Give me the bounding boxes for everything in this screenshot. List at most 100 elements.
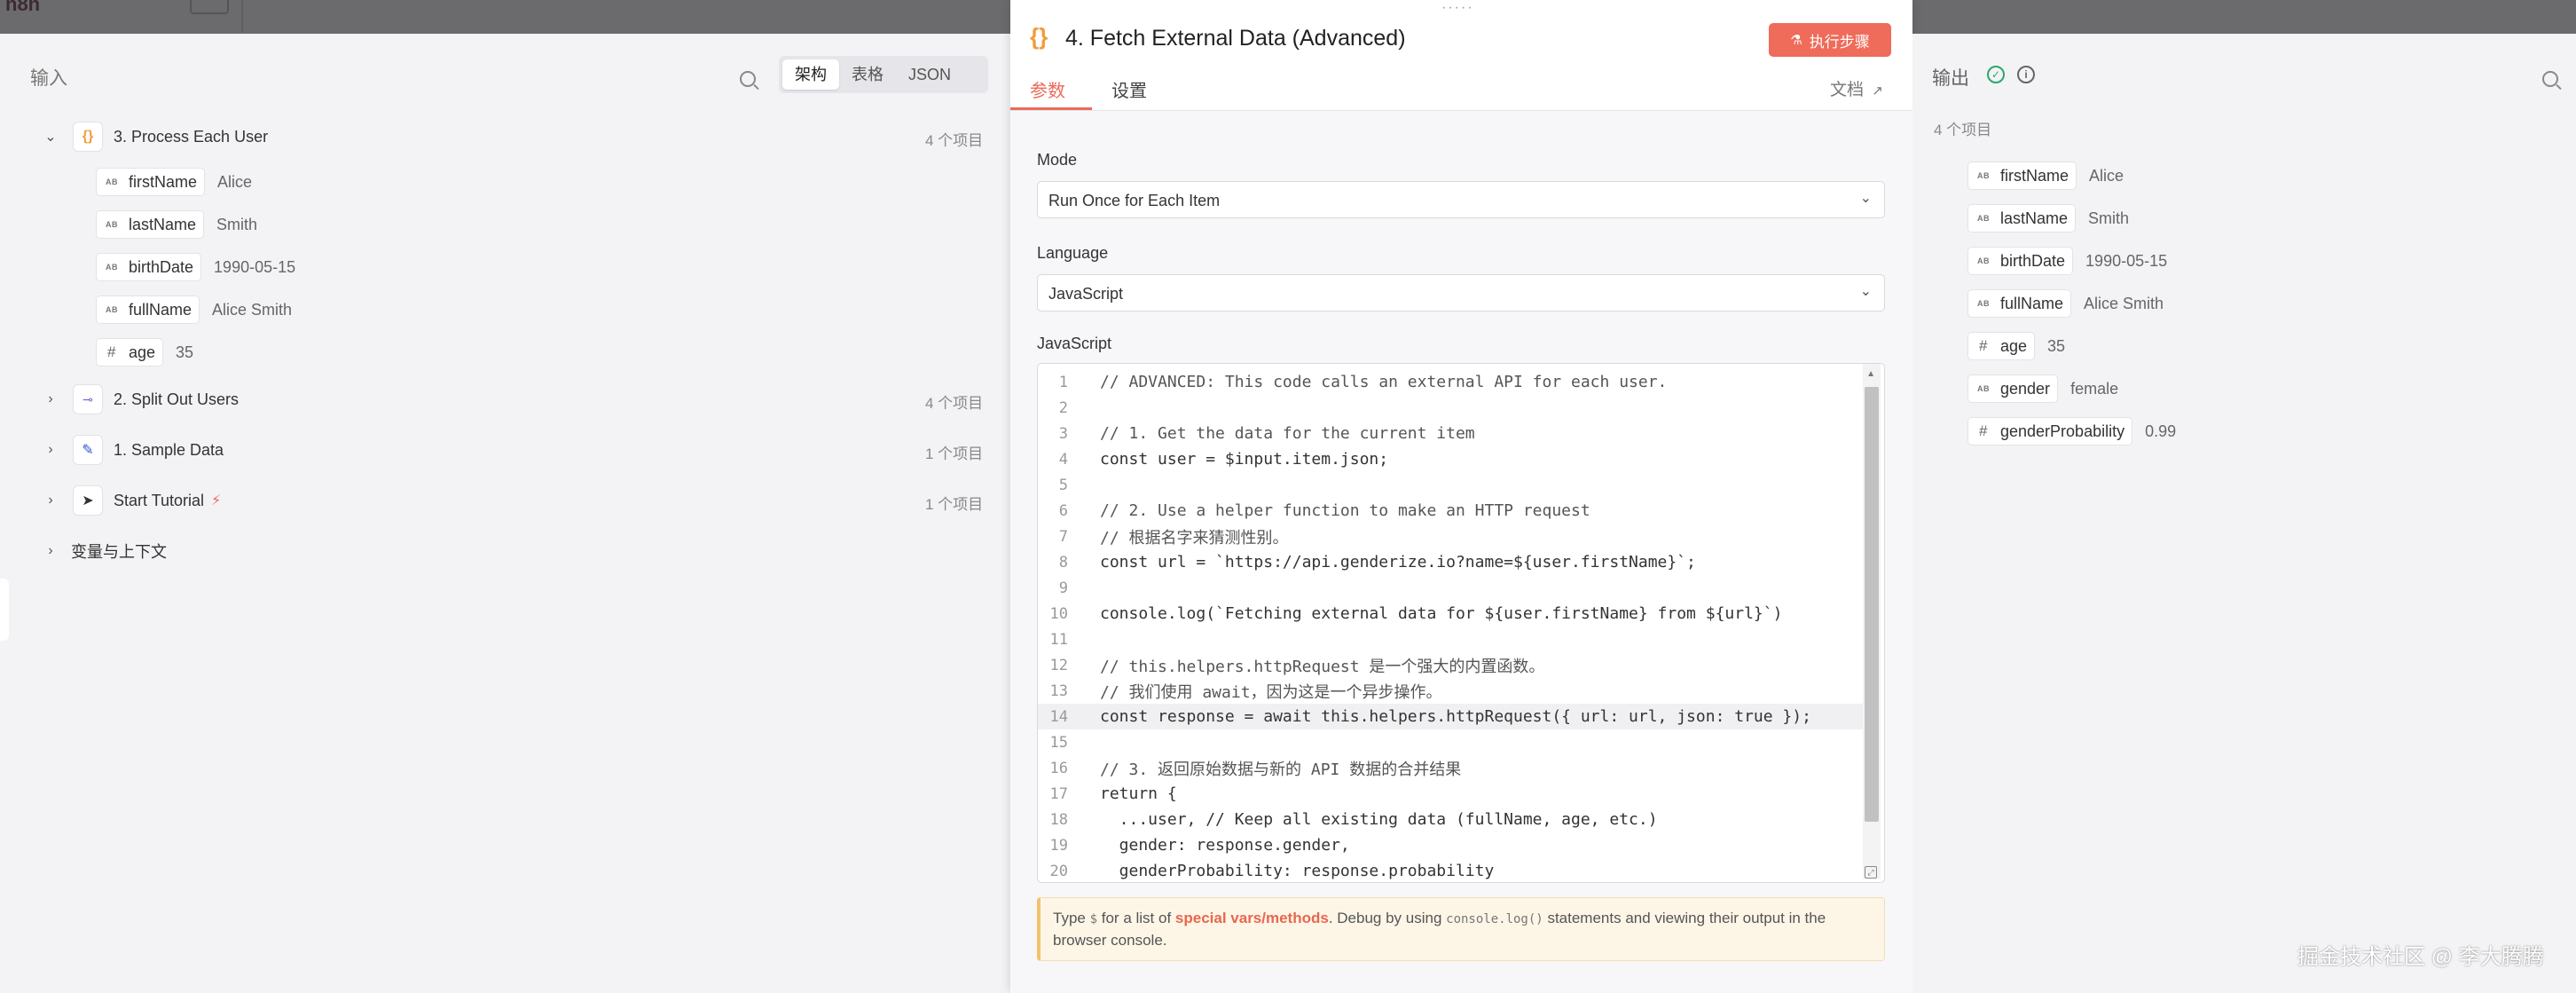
view-mode-schema[interactable]: 架构 <box>782 59 839 90</box>
output-field[interactable]: # age 35 <box>1967 331 2065 361</box>
mode-select[interactable]: Run Once for Each Item ⌄ <box>1037 181 1885 218</box>
code-line[interactable]: 1 // ADVANCED: This code calls an externa… <box>1038 369 1863 395</box>
output-panel-title: 输出 <box>1932 68 1969 89</box>
output-field[interactable]: AB birthDate 1990-05-15 <box>1967 246 2167 276</box>
tab-parameters[interactable]: 参数 <box>1030 76 1065 102</box>
field-value: 35 <box>176 343 194 361</box>
field-value: Alice <box>217 172 253 191</box>
code-line[interactable]: 17 return { <box>1038 781 1863 807</box>
output-field[interactable]: AB lastName Smith <box>1967 203 2129 233</box>
search-icon[interactable] <box>740 71 756 87</box>
schema-field[interactable]: # age 35 <box>96 337 193 367</box>
tree-node-start-tutorial[interactable]: › ➤ Start Tutorial ⚡ <box>43 483 221 518</box>
drag-handle-icon[interactable]: ····· <box>1441 0 1474 16</box>
chevron-right-icon[interactable]: › <box>43 391 59 407</box>
field-value: 1990-05-15 <box>2085 251 2168 270</box>
docs-link[interactable]: 文档 ↗ <box>1830 76 1883 100</box>
schema-field[interactable]: AB birthDate 1990-05-15 <box>96 252 295 282</box>
string-type-icon: AB <box>1977 214 1990 223</box>
info-icon[interactable]: i <box>2017 66 2035 83</box>
code-text: // 1. Get the data for the current item <box>1100 424 1475 443</box>
code-line[interactable]: 20 genderProbability: response.probabili… <box>1038 858 1863 882</box>
field-name: firstName <box>2000 166 2069 185</box>
tree-node-label: 2. Split Out Users <box>114 390 240 408</box>
code-text: // 2. Use a helper function to make an H… <box>1100 501 1590 520</box>
chevron-right-icon[interactable]: › <box>43 493 59 508</box>
output-item-count: 4 个项目 <box>1934 122 1992 138</box>
code-editor[interactable]: 1 // ADVANCED: This code calls an externa… <box>1037 363 1885 883</box>
special-vars-link[interactable]: special vars/methods <box>1175 910 1329 926</box>
field-value: Alice Smith <box>2084 294 2164 312</box>
node-title[interactable]: 4. Fetch External Data (Advanced) <box>1065 26 1406 51</box>
expand-editor-icon[interactable]: ⤢ <box>1865 866 1877 879</box>
view-mode-json[interactable]: JSON <box>896 59 963 90</box>
code-line[interactable]: 9 <box>1038 575 1863 601</box>
tree-node-variables-context[interactable]: › 变量与上下文 <box>43 533 167 569</box>
line-number: 2 <box>1058 398 1068 417</box>
panel-resize-handle[interactable] <box>0 579 9 641</box>
docs-label: 文档 <box>1830 81 1865 99</box>
code-text: // this.helpers.httpRequest 是一个强大的内置函数。 <box>1100 657 1545 676</box>
code-line[interactable]: 13 // 我们使用 await，因为这是一个异步操作。 <box>1038 678 1863 704</box>
code-text: const response = await this.helpers.http… <box>1100 707 1811 726</box>
code-line[interactable]: 16 // 3. 返回原始数据与新的 API 数据的合并结果 <box>1038 755 1863 781</box>
field-name: gender <box>2000 379 2051 398</box>
schema-field[interactable]: AB lastName Smith <box>96 209 257 240</box>
schema-field[interactable]: AB fullName Alice Smith <box>96 295 292 325</box>
tree-node-process-each-user[interactable]: ⌄ {} 3. Process Each User <box>43 119 268 154</box>
chevron-right-icon[interactable]: › <box>43 543 59 559</box>
app-logo: n8n <box>5 0 41 15</box>
code-line[interactable]: 12 // this.helpers.httpRequest 是一个强大的内置函数… <box>1038 652 1863 678</box>
code-line[interactable]: 7 // 根据名字来猜测性别。 <box>1038 524 1863 549</box>
chevron-down-icon[interactable]: ⌄ <box>43 128 59 146</box>
background-button <box>190 0 229 14</box>
output-field[interactable]: AB fullName Alice Smith <box>1967 288 2164 319</box>
string-type-icon: AB <box>1977 171 1990 180</box>
output-field[interactable]: AB firstName Alice <box>1967 161 2124 191</box>
code-line[interactable]: 2 <box>1038 395 1863 421</box>
string-type-icon: AB <box>106 305 118 314</box>
code-line[interactable]: 4 const user = $input.item.json; <box>1038 446 1863 472</box>
string-type-icon: AB <box>1977 256 1990 265</box>
code-text: // 根据名字来猜测性别。 <box>1100 528 1289 548</box>
field-value: 1990-05-15 <box>214 257 296 276</box>
code-line[interactable]: 14 const response = await this.helpers.ht… <box>1038 704 1863 729</box>
language-select[interactable]: JavaScript ⌄ <box>1037 274 1885 311</box>
schema-field[interactable]: AB firstName Alice <box>96 167 252 197</box>
editor-scrollbar-thumb[interactable] <box>1865 387 1879 822</box>
code-line[interactable]: 5 <box>1038 472 1863 498</box>
chevron-down-icon: ⌄ <box>1859 191 1872 206</box>
tree-node-sample-data[interactable]: › ✎ 1. Sample Data <box>43 432 224 468</box>
tree-node-split-out-users[interactable]: › ⊸ 2. Split Out Users <box>43 382 239 417</box>
code-line[interactable]: 15 <box>1038 729 1863 755</box>
tree-node-label: 变量与上下文 <box>71 543 167 561</box>
chevron-right-icon[interactable]: › <box>43 442 59 458</box>
line-number: 16 <box>1049 759 1068 777</box>
code-text: // 我们使用 await，因为这是一个异步操作。 <box>1100 682 1442 702</box>
success-check-icon: ✓ <box>1987 66 2005 83</box>
output-field[interactable]: AB gender female <box>1967 374 2118 404</box>
trigger-bolt-icon: ⚡ <box>211 493 222 508</box>
line-number: 7 <box>1058 527 1068 546</box>
code-line[interactable]: 11 <box>1038 627 1863 652</box>
code-line[interactable]: 3 // 1. Get the data for the current item <box>1038 421 1863 446</box>
code-line[interactable]: 6 // 2. Use a helper function to make an … <box>1038 498 1863 524</box>
execute-step-button[interactable]: ⚗ 执行步骤 <box>1769 23 1891 57</box>
mode-label: Mode <box>1037 151 1078 169</box>
line-number: 1 <box>1058 373 1068 391</box>
pencil-icon: ✎ <box>73 435 103 465</box>
code-line[interactable]: 10 console.log(`Fetching external data fo… <box>1038 601 1863 627</box>
code-line[interactable]: 19 gender: response.gender, <box>1038 832 1863 858</box>
scroll-up-arrow-icon[interactable]: ▲ <box>1866 369 1875 379</box>
tab-settings[interactable]: 设置 <box>1111 76 1147 102</box>
string-type-icon: AB <box>1977 299 1990 308</box>
search-icon[interactable] <box>2542 71 2558 87</box>
output-field[interactable]: # genderProbability 0.99 <box>1967 416 2176 446</box>
view-mode-table[interactable]: 表格 <box>839 59 896 90</box>
tree-node-label: 3. Process Each User <box>114 127 269 146</box>
execute-step-label: 执行步骤 <box>1809 33 1870 51</box>
code-text: // 3. 返回原始数据与新的 API 数据的合并结果 <box>1100 760 1462 779</box>
cursor-icon: ➤ <box>73 485 103 516</box>
code-line[interactable]: 18 ...user, // Keep all existing data (f… <box>1038 807 1863 832</box>
code-line[interactable]: 8 const url = `https://api.genderize.io?n… <box>1038 549 1863 575</box>
